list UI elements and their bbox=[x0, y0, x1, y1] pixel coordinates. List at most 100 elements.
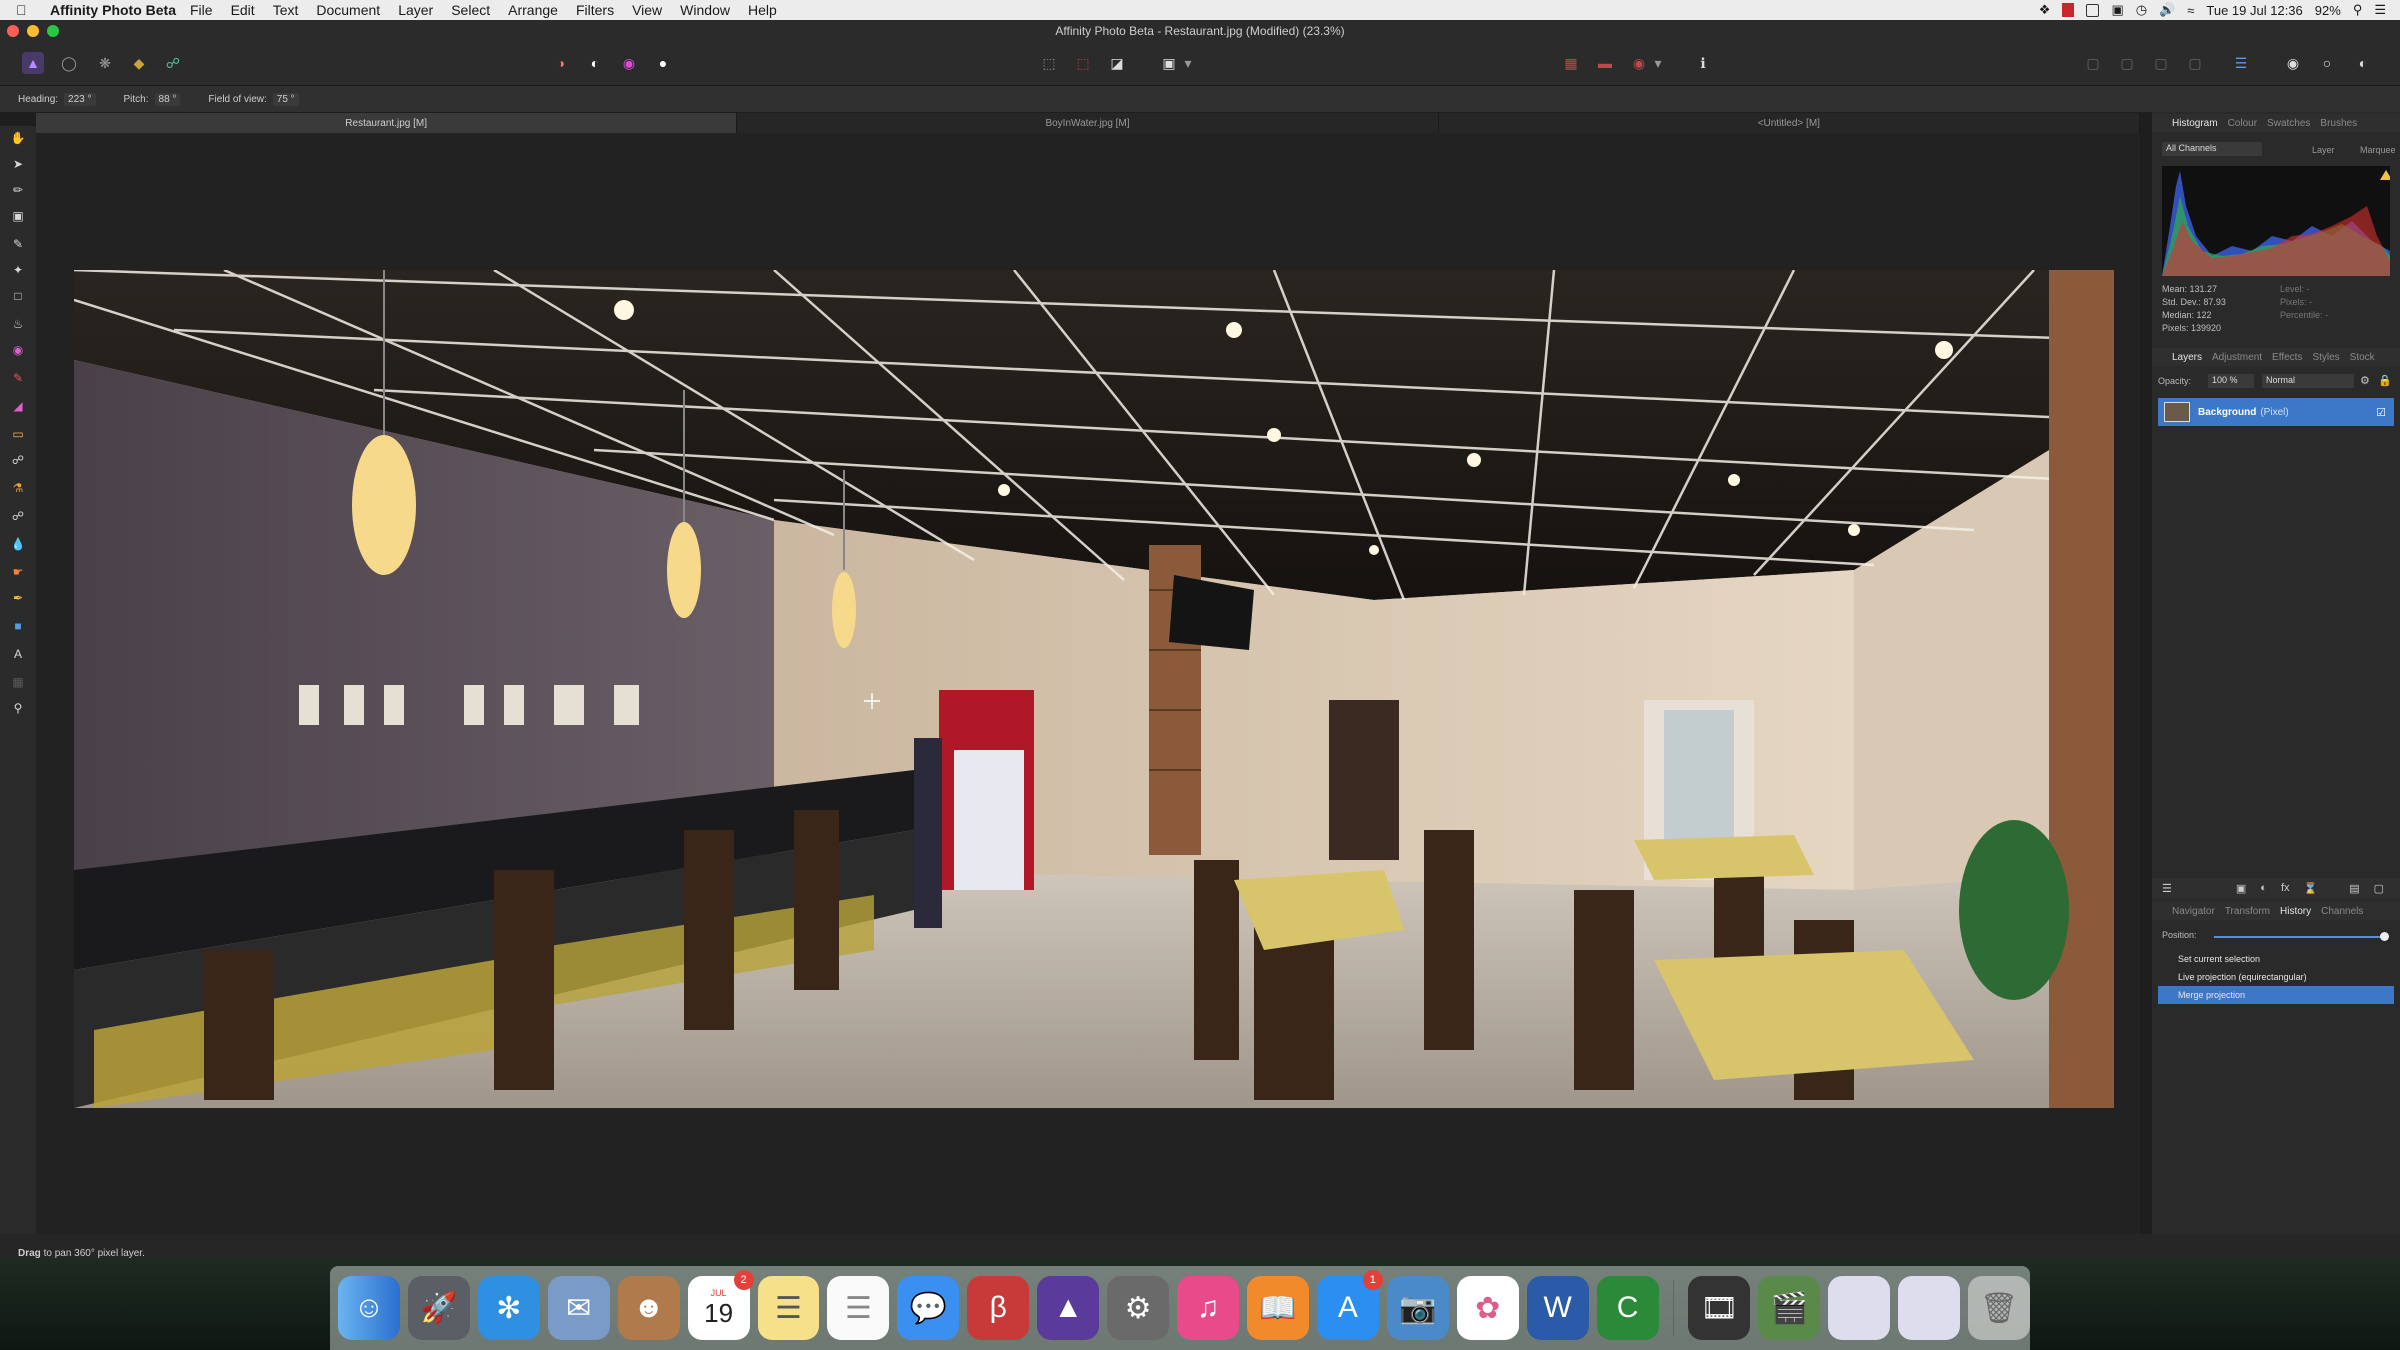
finder-icon[interactable]: ☺ bbox=[338, 1276, 400, 1340]
tab-navigator[interactable]: Navigator bbox=[2172, 906, 2215, 917]
select-all-icon[interactable]: ⬚ bbox=[1038, 52, 1060, 74]
fx-icon[interactable]: fx bbox=[2281, 882, 2290, 894]
recording-icon[interactable] bbox=[2062, 3, 2075, 17]
app-store-icon[interactable]: A 1 bbox=[1316, 1270, 1383, 1340]
dodge-tool-icon[interactable]: ◢ bbox=[10, 398, 26, 414]
contacts-icon[interactable]: ☻ bbox=[617, 1276, 680, 1340]
erase-tool-icon[interactable]: ▭ bbox=[10, 426, 26, 442]
history-item-selected[interactable]: Merge projection bbox=[2158, 986, 2394, 1004]
wifi-icon[interactable]: ≈ bbox=[2187, 3, 2194, 18]
gear-icon[interactable]: ⚙ bbox=[2360, 374, 2370, 387]
layer-option[interactable]: Layer bbox=[2312, 145, 2335, 155]
tab-layers[interactable]: Layers bbox=[2172, 352, 2202, 363]
arrange-front-icon[interactable]: ▢ bbox=[2184, 52, 2206, 74]
arrange-forward-icon[interactable]: ▢ bbox=[2150, 52, 2172, 74]
chevron-down-icon[interactable]: ▾ bbox=[1182, 52, 1194, 74]
dropbox-icon[interactable]: ❖ bbox=[2039, 2, 2051, 18]
auto-colour-icon[interactable]: ◉ bbox=[618, 52, 640, 74]
colour-picker-tool-icon[interactable]: ✏ bbox=[10, 182, 26, 198]
quick-mask-icon[interactable]: ▣ bbox=[1158, 52, 1180, 74]
itunes-icon[interactable]: ♫ bbox=[1177, 1276, 1239, 1340]
layer-row-background[interactable]: Background (Pixel) ☑ bbox=[2158, 398, 2394, 426]
notes-icon[interactable]: ☰ bbox=[757, 1276, 820, 1340]
info-icon[interactable]: ℹ bbox=[1692, 52, 1714, 74]
menu-file[interactable]: File bbox=[190, 2, 213, 18]
auto-levels-icon[interactable]: ◑ bbox=[550, 52, 572, 74]
shape-tool-icon[interactable]: ■ bbox=[10, 618, 26, 634]
tone-mapping-persona-icon[interactable]: ◆ bbox=[128, 52, 150, 74]
tab-swatches[interactable]: Swatches bbox=[2267, 118, 2310, 129]
opacity-field[interactable]: 100 % bbox=[2208, 374, 2254, 388]
pen-tool-icon[interactable]: ✒ bbox=[10, 590, 26, 606]
zoom-window-button[interactable] bbox=[47, 25, 59, 37]
tab-styles[interactable]: Styles bbox=[2312, 352, 2339, 363]
fov-field[interactable]: 75 ° bbox=[272, 92, 299, 106]
screenflow-icon[interactable]: 🎬 bbox=[1758, 1276, 1821, 1340]
tab-channels[interactable]: Channels bbox=[2321, 906, 2363, 917]
layers-stack-icon[interactable]: ☰ bbox=[2162, 882, 2172, 895]
deselect-icon[interactable]: ⬚ bbox=[1072, 52, 1094, 74]
mask-icon[interactable]: ▣ bbox=[2236, 882, 2246, 895]
photos-icon[interactable]: ✿ bbox=[1456, 1276, 1519, 1340]
adjustment-icon[interactable]: ◐ bbox=[2260, 882, 2267, 894]
assistant-icon[interactable]: ◉ bbox=[1628, 52, 1650, 74]
mirror-view-icon[interactable]: ◐ bbox=[2352, 52, 2374, 74]
visibility-checkbox-icon[interactable]: ☑ bbox=[2376, 406, 2386, 419]
tab-restaurant[interactable]: Restaurant.jpg [M] bbox=[36, 113, 738, 133]
menu-document[interactable]: Document bbox=[316, 2, 380, 18]
menu-layer[interactable]: Layer bbox=[398, 2, 433, 18]
history-slider-knob[interactable] bbox=[2380, 932, 2389, 941]
spotlight-icon[interactable]: ⚲ bbox=[2353, 2, 2363, 18]
tab-brushes[interactable]: Brushes bbox=[2320, 118, 2357, 129]
menu-filters[interactable]: Filters bbox=[576, 2, 614, 18]
blur-tool-icon[interactable]: 💧 bbox=[10, 536, 26, 552]
blend-mode-select[interactable]: Normal bbox=[2262, 374, 2354, 388]
ibooks-icon[interactable]: 📖 bbox=[1246, 1276, 1309, 1340]
calendar-icon[interactable]: JUL 19 2 bbox=[687, 1270, 754, 1340]
screenshot-icon[interactable]: 🎞 bbox=[1688, 1276, 1751, 1340]
channel-select[interactable]: All Channels bbox=[2162, 142, 2262, 156]
history-item[interactable]: Set current selection bbox=[2158, 950, 2394, 968]
live-filter-icon[interactable]: ⌛ bbox=[2304, 882, 2318, 895]
affinity-photo-icon[interactable]: ▲ bbox=[1037, 1276, 1100, 1340]
arrange-backward-icon[interactable]: ▢ bbox=[2116, 52, 2138, 74]
menu-edit[interactable]: Edit bbox=[231, 2, 255, 18]
flood-select-tool-icon[interactable]: ✦ bbox=[10, 262, 26, 278]
apple-icon[interactable]:  bbox=[16, 2, 38, 18]
tab-history[interactable]: History bbox=[2280, 906, 2311, 917]
messages-status-icon[interactable]: ▣ bbox=[2111, 2, 2123, 18]
snapping-options-icon[interactable]: ▬ bbox=[1594, 52, 1616, 74]
chevron-down-icon[interactable]: ▾ bbox=[1652, 52, 1664, 74]
menu-view[interactable]: View bbox=[632, 2, 662, 18]
mesh-warp-tool-icon[interactable]: ▦ bbox=[10, 674, 26, 690]
affinity-designer-icon[interactable]: β bbox=[967, 1276, 1030, 1340]
split-view-icon[interactable]: ○ bbox=[2316, 52, 2338, 74]
restaurant-panorama-image[interactable] bbox=[74, 270, 2114, 1108]
battery-text[interactable]: 92% bbox=[2315, 3, 2341, 18]
clock-text[interactable]: Tue 19 Jul 12:36 bbox=[2206, 3, 2302, 18]
text-tool-icon[interactable]: A bbox=[10, 646, 26, 662]
tab-boyinwater[interactable]: BoyInWater.jpg [M] bbox=[737, 113, 1439, 133]
align-icon[interactable]: ☰ bbox=[2230, 52, 2252, 74]
menu-text[interactable]: Text bbox=[273, 2, 299, 18]
pitch-field[interactable]: 88 ° bbox=[154, 92, 181, 106]
safari-icon[interactable]: ✻ bbox=[477, 1276, 540, 1340]
move-tool-icon[interactable]: ➤ bbox=[10, 156, 26, 172]
invert-selection-icon[interactable]: ◪ bbox=[1106, 52, 1128, 74]
tab-histogram[interactable]: Histogram bbox=[2172, 118, 2218, 129]
zoom-tool-icon[interactable]: ⚲ bbox=[10, 700, 26, 716]
messages-icon[interactable]: 💬 bbox=[897, 1276, 960, 1340]
minimize-window-button[interactable] bbox=[27, 25, 39, 37]
export-persona-icon[interactable]: ☍ bbox=[162, 52, 184, 74]
tab-effects[interactable]: Effects bbox=[2272, 352, 2302, 363]
add-layer-icon[interactable]: ▢ bbox=[2374, 882, 2384, 895]
reminders-icon[interactable]: ☰ bbox=[827, 1276, 890, 1340]
gradient-tool-icon[interactable]: ◉ bbox=[10, 342, 26, 358]
smudge-tool-icon[interactable]: ☛ bbox=[10, 564, 26, 580]
word-icon[interactable]: W bbox=[1526, 1276, 1589, 1340]
history-position-slider[interactable] bbox=[2214, 936, 2384, 938]
trash-icon[interactable]: 🗑 bbox=[1968, 1276, 2031, 1340]
paint-brush-tool-icon[interactable]: ✎ bbox=[10, 370, 26, 386]
display-icon[interactable] bbox=[2086, 3, 2100, 17]
inpainting-tool-icon[interactable]: ⚗ bbox=[10, 480, 26, 496]
